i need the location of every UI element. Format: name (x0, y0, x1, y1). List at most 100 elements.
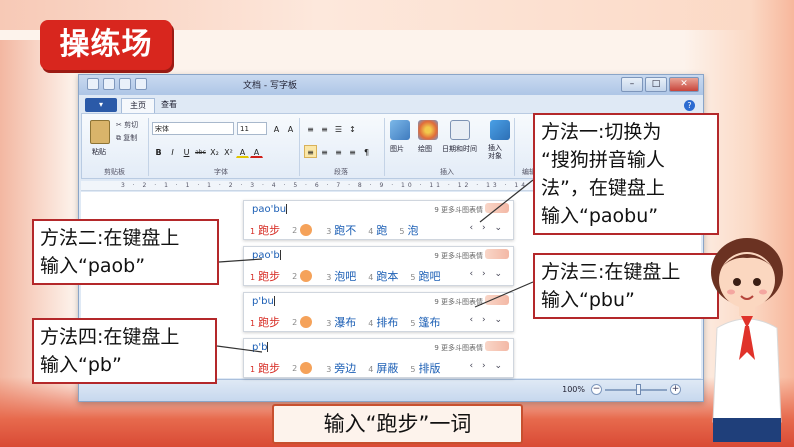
picture-icon[interactable] (390, 120, 410, 140)
grow-font-icon[interactable]: A (270, 122, 283, 135)
highlight-button[interactable]: A (236, 145, 249, 158)
ime-input-text: pao'bu (252, 204, 288, 215)
ime-candidate-list: 1 跑步 2 3 跑不 4跑 5泡 (250, 222, 430, 238)
ime-page-nav[interactable]: ‹ › ⌄ (470, 315, 505, 325)
file-menu-button[interactable]: ▾ (85, 98, 117, 112)
maximize-button[interactable]: □ (645, 77, 667, 92)
picture-label: 图片 (390, 145, 404, 153)
candidate-item[interactable]: 3 泡吧 (326, 268, 356, 284)
quick-access-toolbar (87, 78, 147, 92)
bold-button[interactable]: B (152, 145, 165, 158)
ime-page-nav[interactable]: ‹ › ⌄ (470, 361, 505, 371)
ime-page-nav[interactable]: ‹ › ⌄ (470, 269, 505, 279)
candidate-item[interactable]: 5泡 (399, 222, 418, 238)
align-center-icon[interactable]: ≡ (318, 145, 331, 158)
ime-more-emoji-link[interactable]: 9 更多斗图表情 (434, 343, 483, 353)
font-format-buttons: B I U abc X₂ X² A A (152, 145, 263, 158)
save-icon[interactable] (103, 78, 115, 90)
zoom-out-button[interactable]: − (591, 384, 602, 395)
candidate-item[interactable]: 5 排版 (410, 360, 440, 376)
ime-more-emoji-link[interactable]: 9 更多斗图表情 (434, 205, 483, 215)
candidate-item[interactable]: 1 跑步 (250, 314, 280, 330)
app-menu-icon[interactable] (87, 78, 99, 90)
candidate-item[interactable]: 4 跑本 (368, 268, 398, 284)
running-emoji-icon[interactable] (300, 270, 313, 282)
line-spacing-icon[interactable]: ↕ (346, 122, 359, 135)
candidate-item[interactable]: 1 跑步 (250, 222, 280, 238)
alignment-buttons: ≡ ≡ ≡ ≡ ¶ (304, 145, 373, 158)
candidate-item[interactable]: 1 跑步 (250, 268, 280, 284)
zoom-in-button[interactable]: + (670, 384, 681, 395)
girl-illustration (711, 238, 783, 442)
running-emoji-icon[interactable] (300, 362, 313, 374)
candidate-item[interactable]: 5 篷布 (410, 314, 440, 330)
ime-candidate-list: 1 跑步 2 3 旁边 4 屏蔽 5 排版 (250, 360, 452, 376)
window-title: 文档 - 写字板 (243, 81, 297, 91)
caption-box: 输入“跑步”一词 (272, 404, 523, 444)
superscript-button[interactable]: X² (222, 145, 235, 158)
callout-method-3: 方法三:在键盘上 输入“pbu” (533, 253, 719, 319)
ime-more-emoji-link[interactable]: 9 更多斗图表情 (434, 251, 483, 261)
callout-method-1: 方法一:切换为 “搜狗拼音输人 法”，在键盘上 输入“paobu” (533, 113, 719, 235)
zoom-slider-thumb[interactable] (636, 384, 641, 395)
callout-line: 方法一:切换为 (541, 121, 662, 143)
ime-more-emoji-link[interactable]: 9 更多斗图表情 (434, 297, 483, 307)
datetime-icon[interactable] (450, 120, 470, 140)
running-emoji-icon[interactable] (300, 316, 313, 328)
ime-input-text: p'b (252, 342, 269, 353)
candidate-item[interactable]: 4跑 (368, 222, 387, 238)
ime-candidate-box-pb: p'b 9 更多斗图表情 1 跑步 2 3 旁边 4 屏蔽 5 排版 ‹ › ⌄ (243, 338, 514, 378)
subscript-button[interactable]: X₂ (208, 145, 221, 158)
strikethrough-button[interactable]: abc (194, 145, 207, 158)
candidate-item[interactable]: 3 旁边 (326, 360, 356, 376)
running-emoji-icon[interactable] (300, 224, 313, 236)
align-left-icon[interactable]: ≡ (304, 145, 317, 158)
datetime-label: 日期和时间 (442, 145, 477, 153)
candidate-item[interactable]: 1 跑步 (250, 360, 280, 376)
paste-icon[interactable] (90, 120, 110, 144)
cut-button[interactable]: ✂ 剪切 (116, 120, 138, 130)
undo-icon[interactable] (119, 78, 131, 90)
justify-icon[interactable]: ≡ (346, 145, 359, 158)
paint-label: 绘图 (418, 145, 432, 153)
ime-candidate-box-paobu: pao'bu 9 更多斗图表情 1 跑步 2 3 跑不 4跑 5泡 ‹ › ⌄ (243, 200, 514, 240)
font-grow-shrink: A A (270, 122, 297, 135)
align-right-icon[interactable]: ≡ (332, 145, 345, 158)
candidate-item[interactable]: 5 跑吧 (410, 268, 440, 284)
candidate-item[interactable]: 3 跑不 (326, 222, 356, 238)
minimize-button[interactable]: – (621, 77, 643, 92)
underline-button[interactable]: U (180, 145, 193, 158)
font-color-button[interactable]: A (250, 145, 263, 158)
callout-line: 方法四:在键盘上 (40, 326, 180, 348)
list-icon[interactable]: ☰ (332, 122, 345, 135)
ribbon-tabs: ▾ 主页 查看 ? (79, 97, 703, 113)
close-button[interactable]: ✕ (669, 77, 699, 92)
insert-group-label: 插入 (440, 168, 454, 176)
tab-home[interactable]: 主页 (121, 98, 155, 113)
decrease-indent-icon[interactable]: ≡ (304, 122, 317, 135)
help-icon[interactable]: ? (684, 100, 695, 111)
group-divider (299, 118, 300, 176)
paint-icon[interactable] (418, 120, 438, 140)
ime-candidate-box-paob: pao'b 9 更多斗图表情 1 跑步 2 3 泡吧 4 跑本 5 跑吧 ‹ › ⌄ (243, 246, 514, 286)
group-divider (514, 118, 515, 176)
clipboard-group-label: 剪贴板 (104, 168, 125, 176)
insert-object-icon[interactable] (490, 120, 510, 140)
candidate-item[interactable]: 4 排布 (368, 314, 398, 330)
callout-line: 方法二:在键盘上 (40, 227, 180, 249)
candidate-item[interactable]: 4 屏蔽 (368, 360, 398, 376)
font-name-select[interactable]: 宋体 (152, 122, 234, 135)
shrink-font-icon[interactable]: A (284, 122, 297, 135)
increase-indent-icon[interactable]: ≡ (318, 122, 331, 135)
paragraph-icon[interactable]: ¶ (360, 145, 373, 158)
tab-view[interactable]: 查看 (153, 98, 185, 113)
redo-icon[interactable] (135, 78, 147, 90)
ime-input-text: p'bu (252, 296, 275, 307)
candidate-number: 2 (292, 271, 298, 281)
copy-button[interactable]: ⧉ 复制 (116, 133, 137, 143)
ime-page-nav[interactable]: ‹ › ⌄ (470, 223, 505, 233)
candidate-item[interactable]: 3 瀑布 (326, 314, 356, 330)
font-size-select[interactable]: 11 (237, 122, 267, 135)
callout-line: 输入“pbu” (541, 289, 635, 311)
italic-button[interactable]: I (166, 145, 179, 158)
